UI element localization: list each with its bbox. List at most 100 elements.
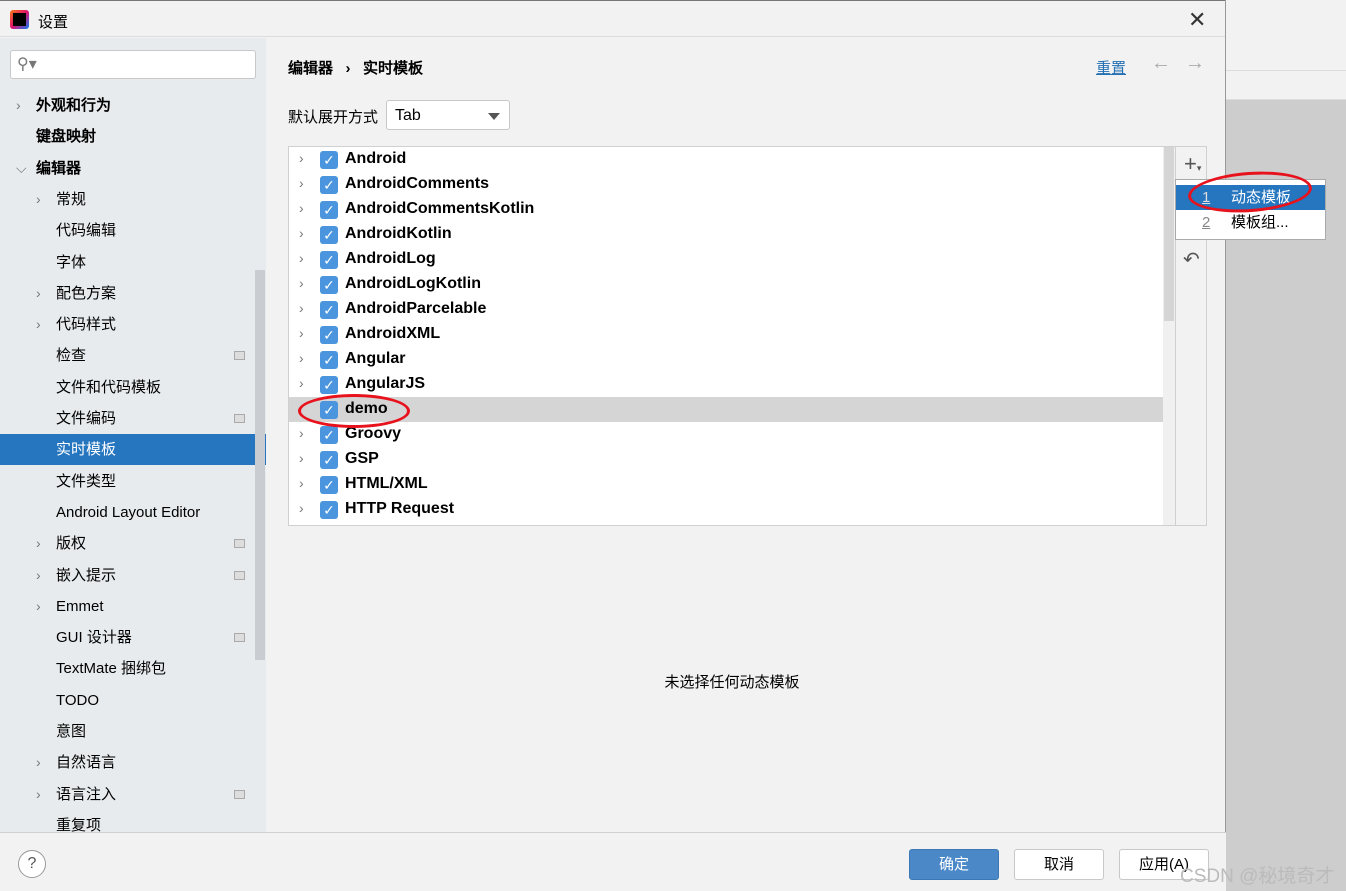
template-group-row[interactable]: › ✓ Groovy [289, 422, 1163, 447]
template-group-row[interactable]: › ✓ HTTP Request [289, 497, 1163, 522]
sidebar-item[interactable]: › 版权 [0, 528, 255, 559]
checkbox[interactable]: ✓ [320, 226, 338, 244]
breadcrumb-current: 实时模板 [363, 60, 424, 77]
sidebar-item[interactable]: › 语言注入 [0, 779, 255, 810]
sidebar-item[interactable]: 代码编辑 [0, 215, 255, 246]
sidebar-item[interactable]: TextMate 捆绑包 [0, 653, 255, 684]
template-group-row[interactable]: › ✓ AndroidLog [289, 247, 1163, 272]
checkbox[interactable]: ✓ [320, 476, 338, 494]
sidebar-item[interactable]: 字体 [0, 247, 255, 278]
chevron-right-icon[interactable]: › [299, 500, 304, 516]
chevron-right-icon[interactable]: › [299, 250, 304, 266]
chevron-right-icon[interactable]: › [299, 300, 304, 316]
close-icon[interactable]: ✕ [1188, 7, 1206, 33]
chevron-right-icon[interactable]: › [36, 309, 41, 340]
template-group-row[interactable]: › ✓ AndroidParcelable [289, 297, 1163, 322]
template-group-row[interactable]: › ✓ GSP [289, 447, 1163, 472]
sidebar-item[interactable]: › 配色方案 [0, 278, 255, 309]
ok-button[interactable]: 确定 [909, 849, 999, 880]
template-group-row[interactable]: › ✓ AndroidComments [289, 172, 1163, 197]
list-scrollbar[interactable] [1163, 147, 1175, 525]
sidebar-item[interactable]: GUI 设计器 [0, 622, 255, 653]
checkbox[interactable]: ✓ [320, 151, 338, 169]
template-group-row[interactable]: › ✓ Angular [289, 347, 1163, 372]
template-group-row[interactable]: ✓ demo [289, 397, 1163, 422]
help-button[interactable]: ? [18, 850, 46, 878]
chevron-right-icon[interactable]: › [36, 560, 41, 591]
sidebar-item[interactable]: ⌵ 编辑器 [0, 153, 255, 184]
template-group-name: AngularJS [345, 375, 426, 392]
template-group-row[interactable]: › ✓ AndroidCommentsKotlin [289, 197, 1163, 222]
template-group-row[interactable]: › ✓ AndroidLogKotlin [289, 272, 1163, 297]
template-group-name: Android [345, 150, 407, 167]
scrollbar-thumb[interactable] [1164, 147, 1174, 321]
chevron-right-icon[interactable]: › [299, 325, 304, 341]
chevron-right-icon[interactable]: › [36, 779, 41, 810]
sidebar-item[interactable]: Android Layout Editor [0, 497, 255, 528]
sidebar-item[interactable]: 文件编码 [0, 403, 255, 434]
sidebar-item[interactable]: › 嵌入提示 [0, 560, 255, 591]
chevron-right-icon[interactable]: › [299, 375, 304, 391]
template-group-name: AndroidXML [345, 325, 441, 342]
restore-icon[interactable]: ↶ [1183, 247, 1200, 272]
breadcrumb-parent[interactable]: 编辑器 [288, 60, 333, 77]
chevron-right-icon[interactable]: › [36, 278, 41, 309]
chevron-right-icon[interactable]: › [299, 350, 304, 366]
template-group-row[interactable]: › ✓ AndroidXML [289, 322, 1163, 347]
sidebar-item[interactable]: › 代码样式 [0, 309, 255, 340]
sidebar-item[interactable]: 键盘映射 [0, 121, 255, 152]
chevron-right-icon[interactable]: › [299, 425, 304, 441]
chevron-down-icon[interactable]: ⌵ [16, 153, 27, 184]
checkbox[interactable]: ✓ [320, 351, 338, 369]
checkbox[interactable]: ✓ [320, 376, 338, 394]
chevron-right-icon[interactable]: › [36, 528, 41, 559]
search-input[interactable]: ⚲▾ [10, 50, 256, 79]
back-arrow-icon[interactable]: ← [1151, 52, 1171, 75]
template-group-row[interactable]: › ✓ AndroidKotlin [289, 222, 1163, 247]
chevron-right-icon[interactable]: › [299, 475, 304, 491]
chevron-right-icon[interactable]: › [299, 275, 304, 291]
cancel-button[interactable]: 取消 [1014, 849, 1104, 880]
checkbox[interactable]: ✓ [320, 451, 338, 469]
checkbox[interactable]: ✓ [320, 201, 338, 219]
chevron-right-icon[interactable]: › [36, 591, 41, 622]
sidebar-item[interactable]: 文件类型 [0, 466, 255, 497]
sidebar-item-label: 版权 [56, 535, 87, 553]
chevron-right-icon[interactable]: › [36, 747, 41, 778]
checkbox[interactable]: ✓ [320, 426, 338, 444]
sidebar-item[interactable]: TODO [0, 685, 255, 716]
checkbox[interactable]: ✓ [320, 501, 338, 519]
sidebar-item[interactable]: 意图 [0, 716, 255, 747]
sidebar-item[interactable]: 检查 [0, 340, 255, 371]
chevron-right-icon[interactable]: › [299, 175, 304, 191]
chevron-right-icon[interactable]: › [299, 200, 304, 216]
sidebar-item[interactable]: › 外观和行为 [0, 90, 255, 121]
checkbox[interactable]: ✓ [320, 276, 338, 294]
add-icon[interactable]: +▾ [1184, 151, 1201, 177]
sidebar-item[interactable]: 实时模板 [0, 434, 266, 466]
sidebar-item-label: 文件类型 [56, 472, 117, 490]
sidebar-item[interactable]: › Emmet [0, 591, 255, 622]
chevron-right-icon[interactable]: › [16, 90, 21, 121]
template-group-row[interactable]: › ✓ Android [289, 147, 1163, 172]
template-group-row[interactable]: › ✓ AngularJS [289, 372, 1163, 397]
chevron-right-icon[interactable]: › [299, 150, 304, 166]
popup-item-template-group[interactable]: 2 模板组... [1176, 210, 1325, 235]
expand-select[interactable]: Tab [386, 100, 510, 130]
chevron-right-icon[interactable]: › [36, 184, 41, 215]
checkbox[interactable]: ✓ [320, 301, 338, 319]
sidebar-item-label: 实时模板 [56, 441, 117, 459]
chevron-right-icon[interactable]: › [299, 225, 304, 241]
sidebar-scrollbar[interactable] [255, 270, 265, 660]
template-group-row[interactable]: › ✓ HTML/XML [289, 472, 1163, 497]
sidebar-item[interactable]: 文件和代码模板 [0, 372, 255, 403]
sidebar-item[interactable]: › 自然语言 [0, 747, 255, 778]
checkbox[interactable]: ✓ [320, 176, 338, 194]
checkbox[interactable]: ✓ [320, 326, 338, 344]
sidebar-item[interactable]: › 常规 [0, 184, 255, 215]
title-bar: 设置 ✕ [0, 0, 1225, 37]
forward-arrow-icon[interactable]: → [1185, 52, 1205, 75]
reset-link[interactable]: 重置 [1096, 57, 1126, 78]
chevron-right-icon[interactable]: › [299, 450, 304, 466]
checkbox[interactable]: ✓ [320, 251, 338, 269]
